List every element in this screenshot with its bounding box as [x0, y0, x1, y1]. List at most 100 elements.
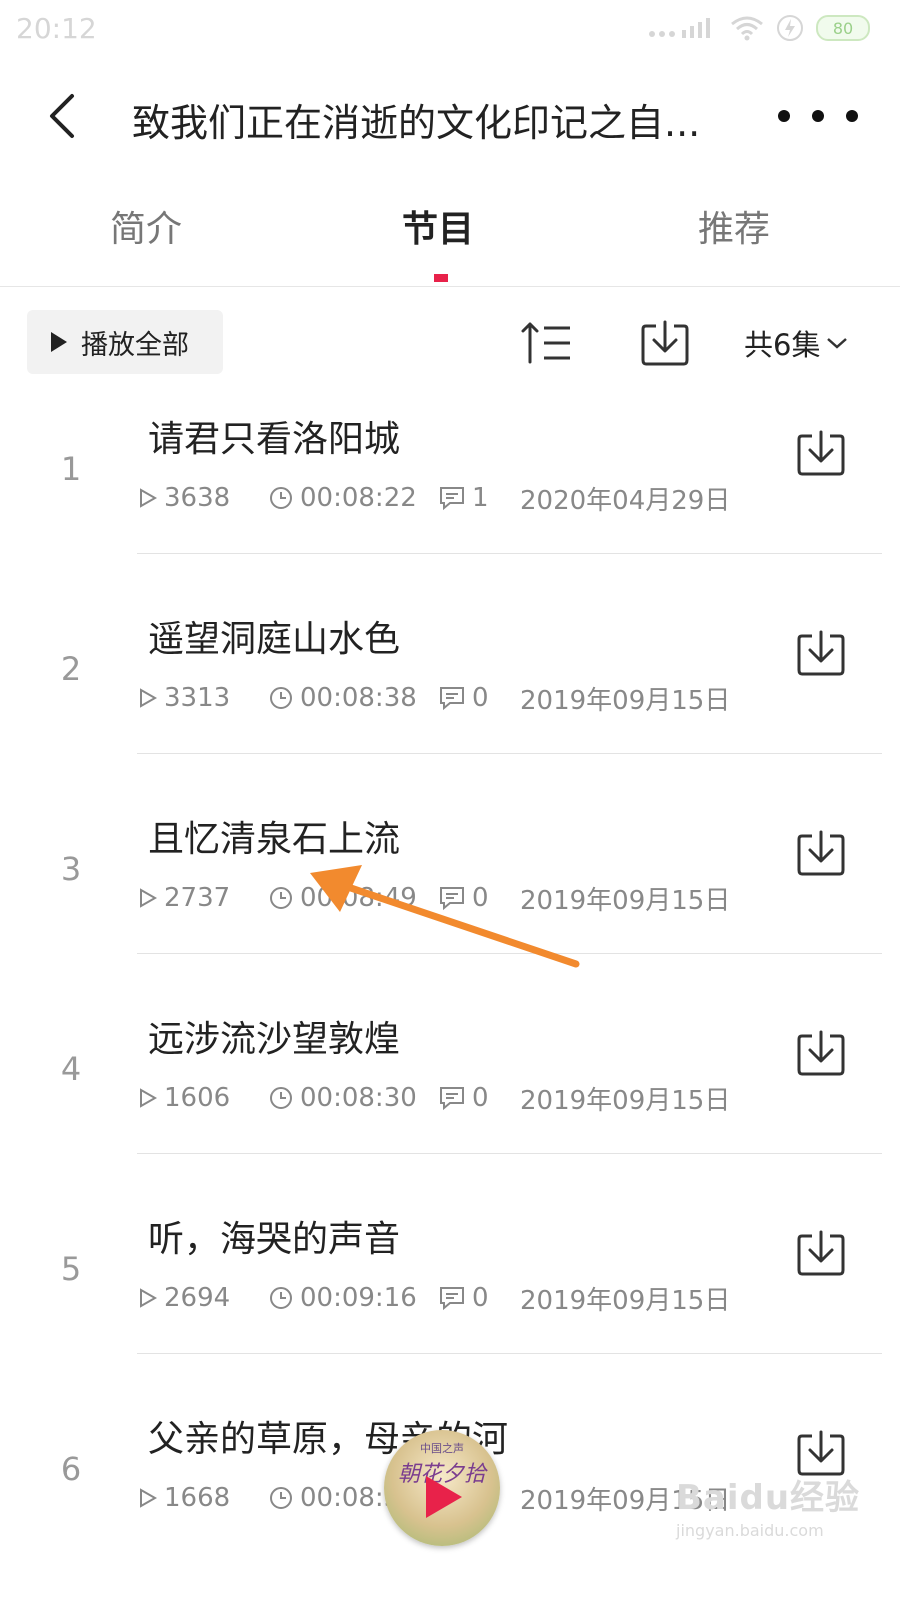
- clock-icon: [270, 1087, 292, 1109]
- duration: 00:08:22: [300, 483, 417, 513]
- download-icon: [797, 1230, 845, 1276]
- publish-date: 2019年09月15日: [520, 685, 731, 716]
- clock-icon: [270, 1287, 292, 1309]
- episode-count-dropdown[interactable]: 共6集: [744, 322, 848, 364]
- play-all-button[interactable]: 播放全部: [27, 310, 223, 374]
- episode-number: 5: [60, 1250, 82, 1288]
- play-count: 3313: [164, 683, 231, 713]
- mini-player-channel: 中国之声: [420, 1442, 464, 1455]
- episode-number: 2: [60, 650, 82, 688]
- episode-meta: 3313 00:08:38 0 2019年09月15日: [138, 680, 730, 716]
- charging-icon: [777, 15, 803, 41]
- play-count-icon: [140, 888, 158, 908]
- back-button[interactable]: [36, 86, 96, 146]
- download-button[interactable]: [796, 428, 846, 478]
- comment-icon: [440, 687, 464, 711]
- publish-date: 2020年04月29日: [520, 485, 731, 516]
- play-count-icon: [140, 688, 158, 708]
- play-count-icon: [140, 1488, 158, 1508]
- episode-title: 且忆清泉石上流: [148, 819, 401, 860]
- watermark-url: jingyan.baidu.com: [676, 1521, 824, 1540]
- episode-number: 4: [60, 1050, 82, 1088]
- play-count: 1668: [164, 1483, 231, 1513]
- comment-icon: [440, 487, 464, 511]
- clock-icon: [270, 487, 292, 509]
- divider: [137, 753, 882, 754]
- play-icon: [51, 332, 67, 352]
- download-button[interactable]: [796, 1028, 846, 1078]
- comment-icon: [440, 1087, 464, 1111]
- duration: 00:08:38: [300, 683, 417, 713]
- episode-meta: 2694 00:09:16 0 2019年09月15日: [138, 1280, 730, 1316]
- duration: 00:08:49: [300, 883, 417, 913]
- episode-number: 6: [60, 1450, 82, 1488]
- play-count: 2694: [164, 1283, 231, 1313]
- episode-item[interactable]: 5 听，海哭的声音 2694 00:09:16 0 2019年09月15日: [0, 1210, 900, 1410]
- more-dots-icon: [778, 110, 790, 122]
- more-button[interactable]: [778, 96, 858, 136]
- download-button[interactable]: [796, 628, 846, 678]
- comment-count: 0: [472, 1283, 489, 1313]
- play-count-icon: [140, 1088, 158, 1108]
- comment-count: 0: [472, 683, 489, 713]
- duration: 00:08:30: [300, 1083, 417, 1113]
- episode-number: 3: [60, 850, 82, 888]
- play-all-label: 播放全部: [81, 329, 189, 361]
- tab-recommend[interactable]: 推荐: [698, 200, 770, 252]
- mini-player[interactable]: 中国之声 朝花夕拾: [384, 1430, 500, 1546]
- play-count: 2737: [164, 883, 231, 913]
- episode-title: 请君只看洛阳城: [148, 419, 401, 460]
- divider: [137, 953, 882, 954]
- episode-number: 1: [60, 450, 82, 488]
- divider: [137, 553, 882, 554]
- download-icon: [797, 1030, 845, 1076]
- comment-count: 1: [472, 483, 489, 513]
- chevron-left-icon: [50, 94, 74, 138]
- download-icon: [797, 430, 845, 476]
- download-button[interactable]: [796, 1228, 846, 1278]
- episode-title: 遥望洞庭山水色: [148, 619, 401, 660]
- more-dots-icon: [846, 110, 858, 122]
- episode-title: 远涉流沙望敦煌: [148, 1019, 401, 1060]
- play-count: 1606: [164, 1083, 231, 1113]
- sort-button[interactable]: [520, 318, 576, 368]
- clock-icon: [270, 1487, 292, 1509]
- play-count-icon: [140, 488, 158, 508]
- signal-icon: [649, 18, 710, 38]
- tab-programs[interactable]: 节目: [402, 200, 474, 252]
- comment-count: 0: [472, 1083, 489, 1113]
- wifi-icon: [731, 16, 763, 41]
- episode-item[interactable]: 4 远涉流沙望敦煌 1606 00:08:30 0 2019年09月15日: [0, 1010, 900, 1210]
- publish-date: 2019年09月15日: [520, 1285, 731, 1316]
- battery-indicator: 80: [816, 15, 870, 41]
- play-icon: [426, 1476, 462, 1518]
- divider: [137, 1153, 882, 1154]
- download-button[interactable]: [796, 828, 846, 878]
- episode-item[interactable]: 2 遥望洞庭山水色 3313 00:08:38 0 2019年09月15日: [0, 610, 900, 810]
- episode-meta: 1606 00:08:30 0 2019年09月15日: [138, 1080, 730, 1116]
- episode-item[interactable]: 3 且忆清泉石上流 2737 00:08:49 0 2019年09月15日: [0, 810, 900, 1010]
- tab-bar: 简介 节目 推荐: [0, 190, 900, 287]
- chevron-down-icon: [827, 338, 848, 349]
- episode-meta: 2737 00:08:49 0 2019年09月15日: [138, 880, 730, 916]
- list-toolbar: 播放全部 共6集: [0, 308, 900, 378]
- status-icons: 80: [648, 14, 870, 42]
- download-all-button[interactable]: [640, 318, 690, 368]
- episode-meta: 3638 00:08:22 1 2020年04月29日: [138, 480, 730, 516]
- watermark-logo: Baidu经验: [676, 1478, 861, 1518]
- episode-title: 听，海哭的声音: [148, 1219, 401, 1260]
- episode-item[interactable]: 1 请君只看洛阳城 3638 00:08:22 1 2020年04月29日: [0, 410, 900, 610]
- sort-icon: [521, 322, 570, 364]
- app-header: 致我们正在消逝的文化印记之自...: [0, 72, 900, 162]
- comment-count: 0: [472, 883, 489, 913]
- play-count-icon: [140, 1288, 158, 1308]
- clock-icon: [270, 687, 292, 709]
- active-tab-indicator: [434, 274, 448, 282]
- tab-intro[interactable]: 简介: [110, 200, 182, 252]
- download-icon: [797, 830, 845, 876]
- clock-icon: [270, 887, 292, 909]
- more-dots-icon: [812, 110, 824, 122]
- download-icon: [797, 630, 845, 676]
- episode-count-label: 共6集: [744, 328, 821, 362]
- page-title: 致我们正在消逝的文化印记之自...: [132, 101, 701, 145]
